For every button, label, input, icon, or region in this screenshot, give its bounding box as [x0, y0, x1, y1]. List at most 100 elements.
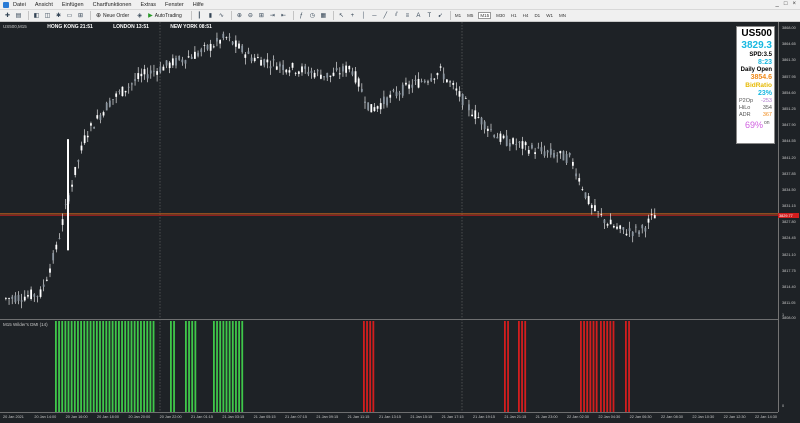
fibonacci-icon[interactable]: ≡ — [403, 11, 412, 20]
time-tick-label: 21 Jan 09:15 — [316, 415, 339, 419]
timeframe-m15[interactable]: M15 — [478, 12, 492, 19]
price-tick-label: 3864.65 — [782, 42, 796, 47]
close-button[interactable]: × — [792, 1, 796, 7]
tester-icon[interactable]: ⊞ — [76, 11, 85, 20]
dmi-bar — [146, 321, 149, 412]
terminal-icon[interactable]: ▭ — [65, 11, 74, 20]
timeframe-m30[interactable]: M30 — [495, 13, 506, 18]
text-icon[interactable]: A — [414, 11, 423, 20]
candle-body — [39, 289, 42, 297]
cursor-icon[interactable]: ↖ — [337, 11, 346, 20]
candle-body — [653, 215, 656, 219]
candle-body — [499, 133, 502, 142]
dmi-bar — [589, 321, 592, 412]
new-order-button[interactable]: ⊕ Neue Order — [94, 11, 131, 20]
info-bid-ratio-value: 23% — [757, 90, 772, 97]
info-hilo-row: HiLo 354 — [739, 105, 772, 111]
timeframe-m5[interactable]: M5 — [466, 13, 474, 18]
bar-chart-icon[interactable]: ┃ — [195, 11, 204, 20]
menu-charts[interactable]: Chartfunktionen — [93, 2, 132, 8]
candlestick-icon[interactable]: ▮ — [206, 11, 215, 20]
navigator-icon[interactable]: ✱ — [54, 11, 63, 20]
channel-icon[interactable]: ⫽ — [392, 11, 401, 20]
menu-window[interactable]: Fenster — [165, 2, 184, 8]
zoom-in-icon[interactable]: ⊕ — [235, 11, 244, 20]
menu-help[interactable]: Hilfe — [193, 2, 204, 8]
arrows-icon[interactable]: ➹ — [436, 11, 445, 20]
time-tick-label: 20 Jan 14:00 — [34, 415, 57, 419]
menu-insert[interactable]: Einfügen — [62, 2, 84, 8]
timeframe-mn[interactable]: MN — [558, 13, 567, 18]
candle-body — [143, 69, 146, 75]
timeframe-h4[interactable]: H4 — [522, 13, 530, 18]
current-price-marker: 3829.77 — [778, 213, 799, 218]
autotrading-icon: ▶ — [148, 13, 153, 19]
candle-body — [71, 184, 73, 187]
timeframe-h1[interactable]: H1 — [510, 13, 518, 18]
periods-icon[interactable]: ◷ — [308, 11, 317, 20]
candle-body — [260, 59, 262, 66]
profiles-icon[interactable]: ▤ — [14, 11, 23, 20]
candle-body — [549, 148, 552, 155]
minimize-button[interactable]: _ — [776, 1, 779, 7]
menu-bar: Datei Ansicht Einfügen Chartfunktionen E… — [0, 0, 800, 10]
candle-body — [33, 294, 36, 297]
price-tick-label: 3821.10 — [782, 252, 796, 257]
candle-body — [546, 150, 549, 153]
candle-body — [357, 78, 360, 87]
candle-body — [225, 37, 228, 39]
menu-file[interactable]: Datei — [13, 2, 26, 8]
templates-icon[interactable]: ▦ — [319, 11, 328, 20]
line-chart-icon[interactable]: ∿ — [217, 11, 226, 20]
menu-tools[interactable]: Extras — [140, 2, 156, 8]
dmi-bar — [95, 321, 98, 412]
candle-body — [83, 135, 86, 144]
zoom-out-icon[interactable]: ⊖ — [246, 11, 255, 20]
restore-button[interactable]: □ — [784, 1, 788, 7]
candle-body — [464, 97, 467, 99]
vertical-line-icon[interactable]: │ — [359, 11, 368, 20]
candle-body — [559, 150, 562, 154]
candle-body — [590, 205, 593, 208]
autotrading-button[interactable]: ▶ AutoTrading — [146, 11, 184, 20]
chart-window[interactable]: HONG KONG 21:51 LONDON 13:51 NEW YORK 08… — [0, 22, 800, 423]
menu-view[interactable]: Ansicht — [35, 2, 53, 8]
price-tick-label: 3841.20 — [782, 155, 796, 160]
candle-body — [112, 99, 114, 100]
time-tick-label: 20 Jan 16:00 — [65, 415, 88, 419]
session-new-york: NEW YORK 08:51 — [170, 23, 212, 30]
candle-body — [515, 143, 518, 146]
candle-body — [436, 73, 439, 76]
dmi-bar — [228, 321, 231, 412]
market-watch-icon[interactable]: ◧ — [32, 11, 41, 20]
new-chart-icon[interactable]: ✚ — [3, 11, 12, 20]
dmi-bar — [612, 321, 615, 412]
candle-body — [279, 63, 281, 67]
indicators-icon[interactable]: ƒ — [297, 11, 306, 20]
chart-canvas[interactable] — [0, 22, 800, 423]
label-icon[interactable]: T — [425, 11, 434, 20]
price-tick-label: 3831.15 — [782, 204, 796, 209]
candle-body — [228, 36, 231, 38]
candle-body — [253, 57, 256, 62]
horizontal-line-icon[interactable]: ─ — [370, 11, 379, 20]
candle-body — [212, 46, 215, 48]
chart-shift-icon[interactable]: ⇤ — [279, 11, 288, 20]
time-tick-label: 21 Jan 01:15 — [191, 415, 213, 419]
timeframe-d1[interactable]: D1 — [533, 13, 541, 18]
metaeditor-icon[interactable]: ◈ — [135, 11, 144, 20]
crosshair-icon[interactable]: + — [348, 11, 357, 20]
trendline-icon[interactable]: ╱ — [381, 11, 390, 20]
tile-icon[interactable]: ⊞ — [257, 11, 266, 20]
timeframe-w1[interactable]: W1 — [545, 13, 554, 18]
dmi-bar — [61, 321, 64, 412]
data-window-icon[interactable]: ◫ — [43, 11, 52, 20]
candle-body — [181, 59, 184, 63]
autoscroll-icon[interactable]: ⇥ — [268, 11, 277, 20]
dmi-bar — [73, 321, 76, 412]
dmi-bar — [80, 321, 82, 412]
candle-body — [194, 51, 196, 59]
dmi-bar — [149, 321, 152, 412]
info-spread: SPD:3.5 — [749, 52, 772, 58]
timeframe-m1[interactable]: M1 — [454, 13, 462, 18]
